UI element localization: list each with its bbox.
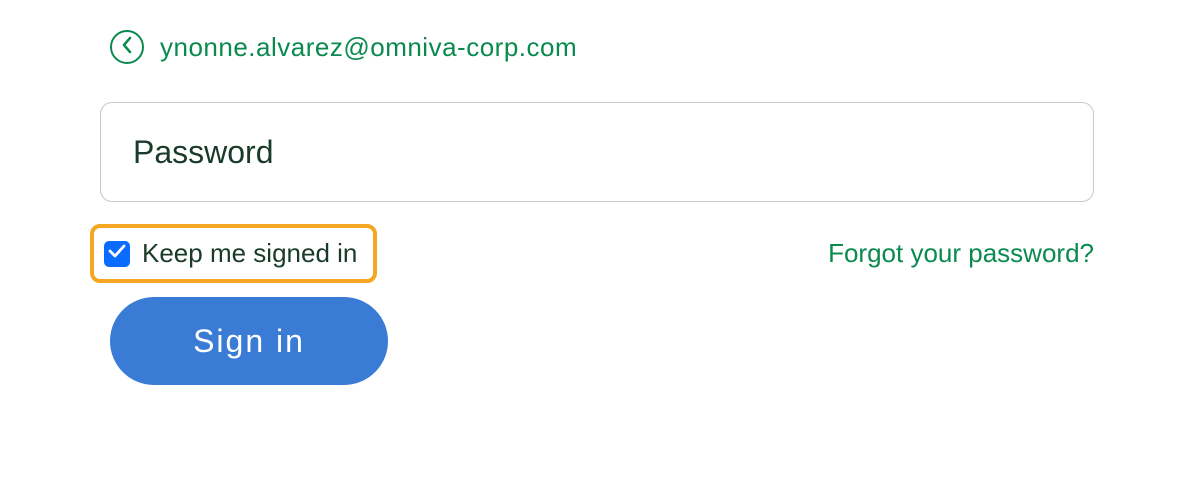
forgot-password-link[interactable]: Forgot your password? xyxy=(828,238,1094,269)
keep-signed-in-label[interactable]: Keep me signed in xyxy=(142,238,357,269)
keep-signed-in-checkbox[interactable] xyxy=(104,241,130,267)
password-input[interactable] xyxy=(100,102,1094,202)
check-icon xyxy=(108,244,126,263)
keep-signed-in-highlight: Keep me signed in xyxy=(90,224,377,283)
chevron-left-icon xyxy=(121,36,133,59)
email-row: ynonne.alvarez@omniva-corp.com xyxy=(110,30,1100,64)
signed-in-email: ynonne.alvarez@omniva-corp.com xyxy=(160,32,577,63)
options-row: Keep me signed in Forgot your password? xyxy=(100,224,1098,283)
back-button[interactable] xyxy=(110,30,144,64)
sign-in-button[interactable]: Sign in xyxy=(110,297,388,385)
